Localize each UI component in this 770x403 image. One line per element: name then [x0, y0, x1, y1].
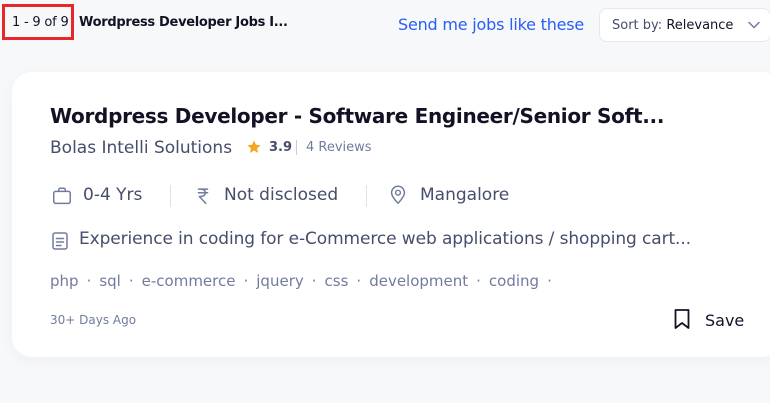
rating-divider — [296, 140, 297, 155]
document-icon — [52, 232, 68, 250]
results-count: 1 - 9 of 9 — [12, 15, 69, 30]
save-button[interactable]: Save — [673, 306, 748, 334]
meta-divider — [170, 185, 171, 207]
sort-value: Relevance — [666, 18, 734, 33]
send-jobs-link[interactable]: Send me jobs like these — [398, 15, 584, 34]
tag-separator: · — [356, 272, 362, 290]
tag-separator: · — [476, 272, 481, 290]
tag-separator: · — [311, 272, 317, 290]
skill-tag: jquery — [256, 272, 304, 290]
sort-prefix: Sort by: — [612, 18, 663, 33]
sort-label: Sort by: Relevance — [612, 18, 733, 33]
company-name[interactable]: Bolas Intelli Solutions — [50, 138, 232, 158]
skill-tag: coding — [488, 272, 540, 290]
salary-value: Not disclosed — [224, 185, 339, 205]
job-title[interactable]: Wordpress Developer - Software Engineer/… — [50, 104, 664, 128]
posted-date: 30+ Days Ago — [50, 313, 137, 327]
bookmark-icon — [674, 309, 690, 329]
location-pin-icon — [390, 185, 406, 204]
sort-dropdown[interactable]: Sort by: Relevance — [599, 8, 770, 42]
skill-tag: php — [50, 272, 79, 290]
briefcase-icon — [53, 187, 71, 205]
skill-tag: e-commerce — [141, 272, 236, 290]
job-card[interactable]: Wordpress Developer - Software Engineer/… — [12, 72, 770, 357]
company-rating: 3.9 — [269, 140, 293, 155]
tag-separator: · — [243, 272, 249, 290]
skill-tag: development — [369, 272, 469, 290]
rupee-icon — [197, 188, 209, 205]
tag-separator: · — [86, 272, 92, 290]
results-heading: Wordpress Developer Jobs I... — [79, 15, 288, 30]
skill-tag: css — [324, 272, 349, 290]
save-label: Save — [705, 311, 745, 330]
job-description: Experience in coding for e-Commerce web … — [79, 229, 691, 249]
reviews-link[interactable]: 4 Reviews — [306, 140, 372, 155]
chevron-down-icon — [748, 21, 760, 29]
results-header: 1 - 9 of 9 Wordpress Developer Jobs I...… — [0, 0, 770, 52]
skill-tag: sql — [99, 272, 121, 290]
location-value: Mangalore — [420, 185, 510, 205]
skill-tags: php · sql · e-commerce · jquery · css · developmen… — [50, 272, 560, 292]
tag-separator: · — [128, 272, 134, 290]
star-icon — [247, 140, 261, 153]
tag-separator: · — [547, 272, 552, 290]
experience-value: 0-4 Yrs — [83, 185, 143, 205]
meta-divider — [366, 185, 367, 207]
